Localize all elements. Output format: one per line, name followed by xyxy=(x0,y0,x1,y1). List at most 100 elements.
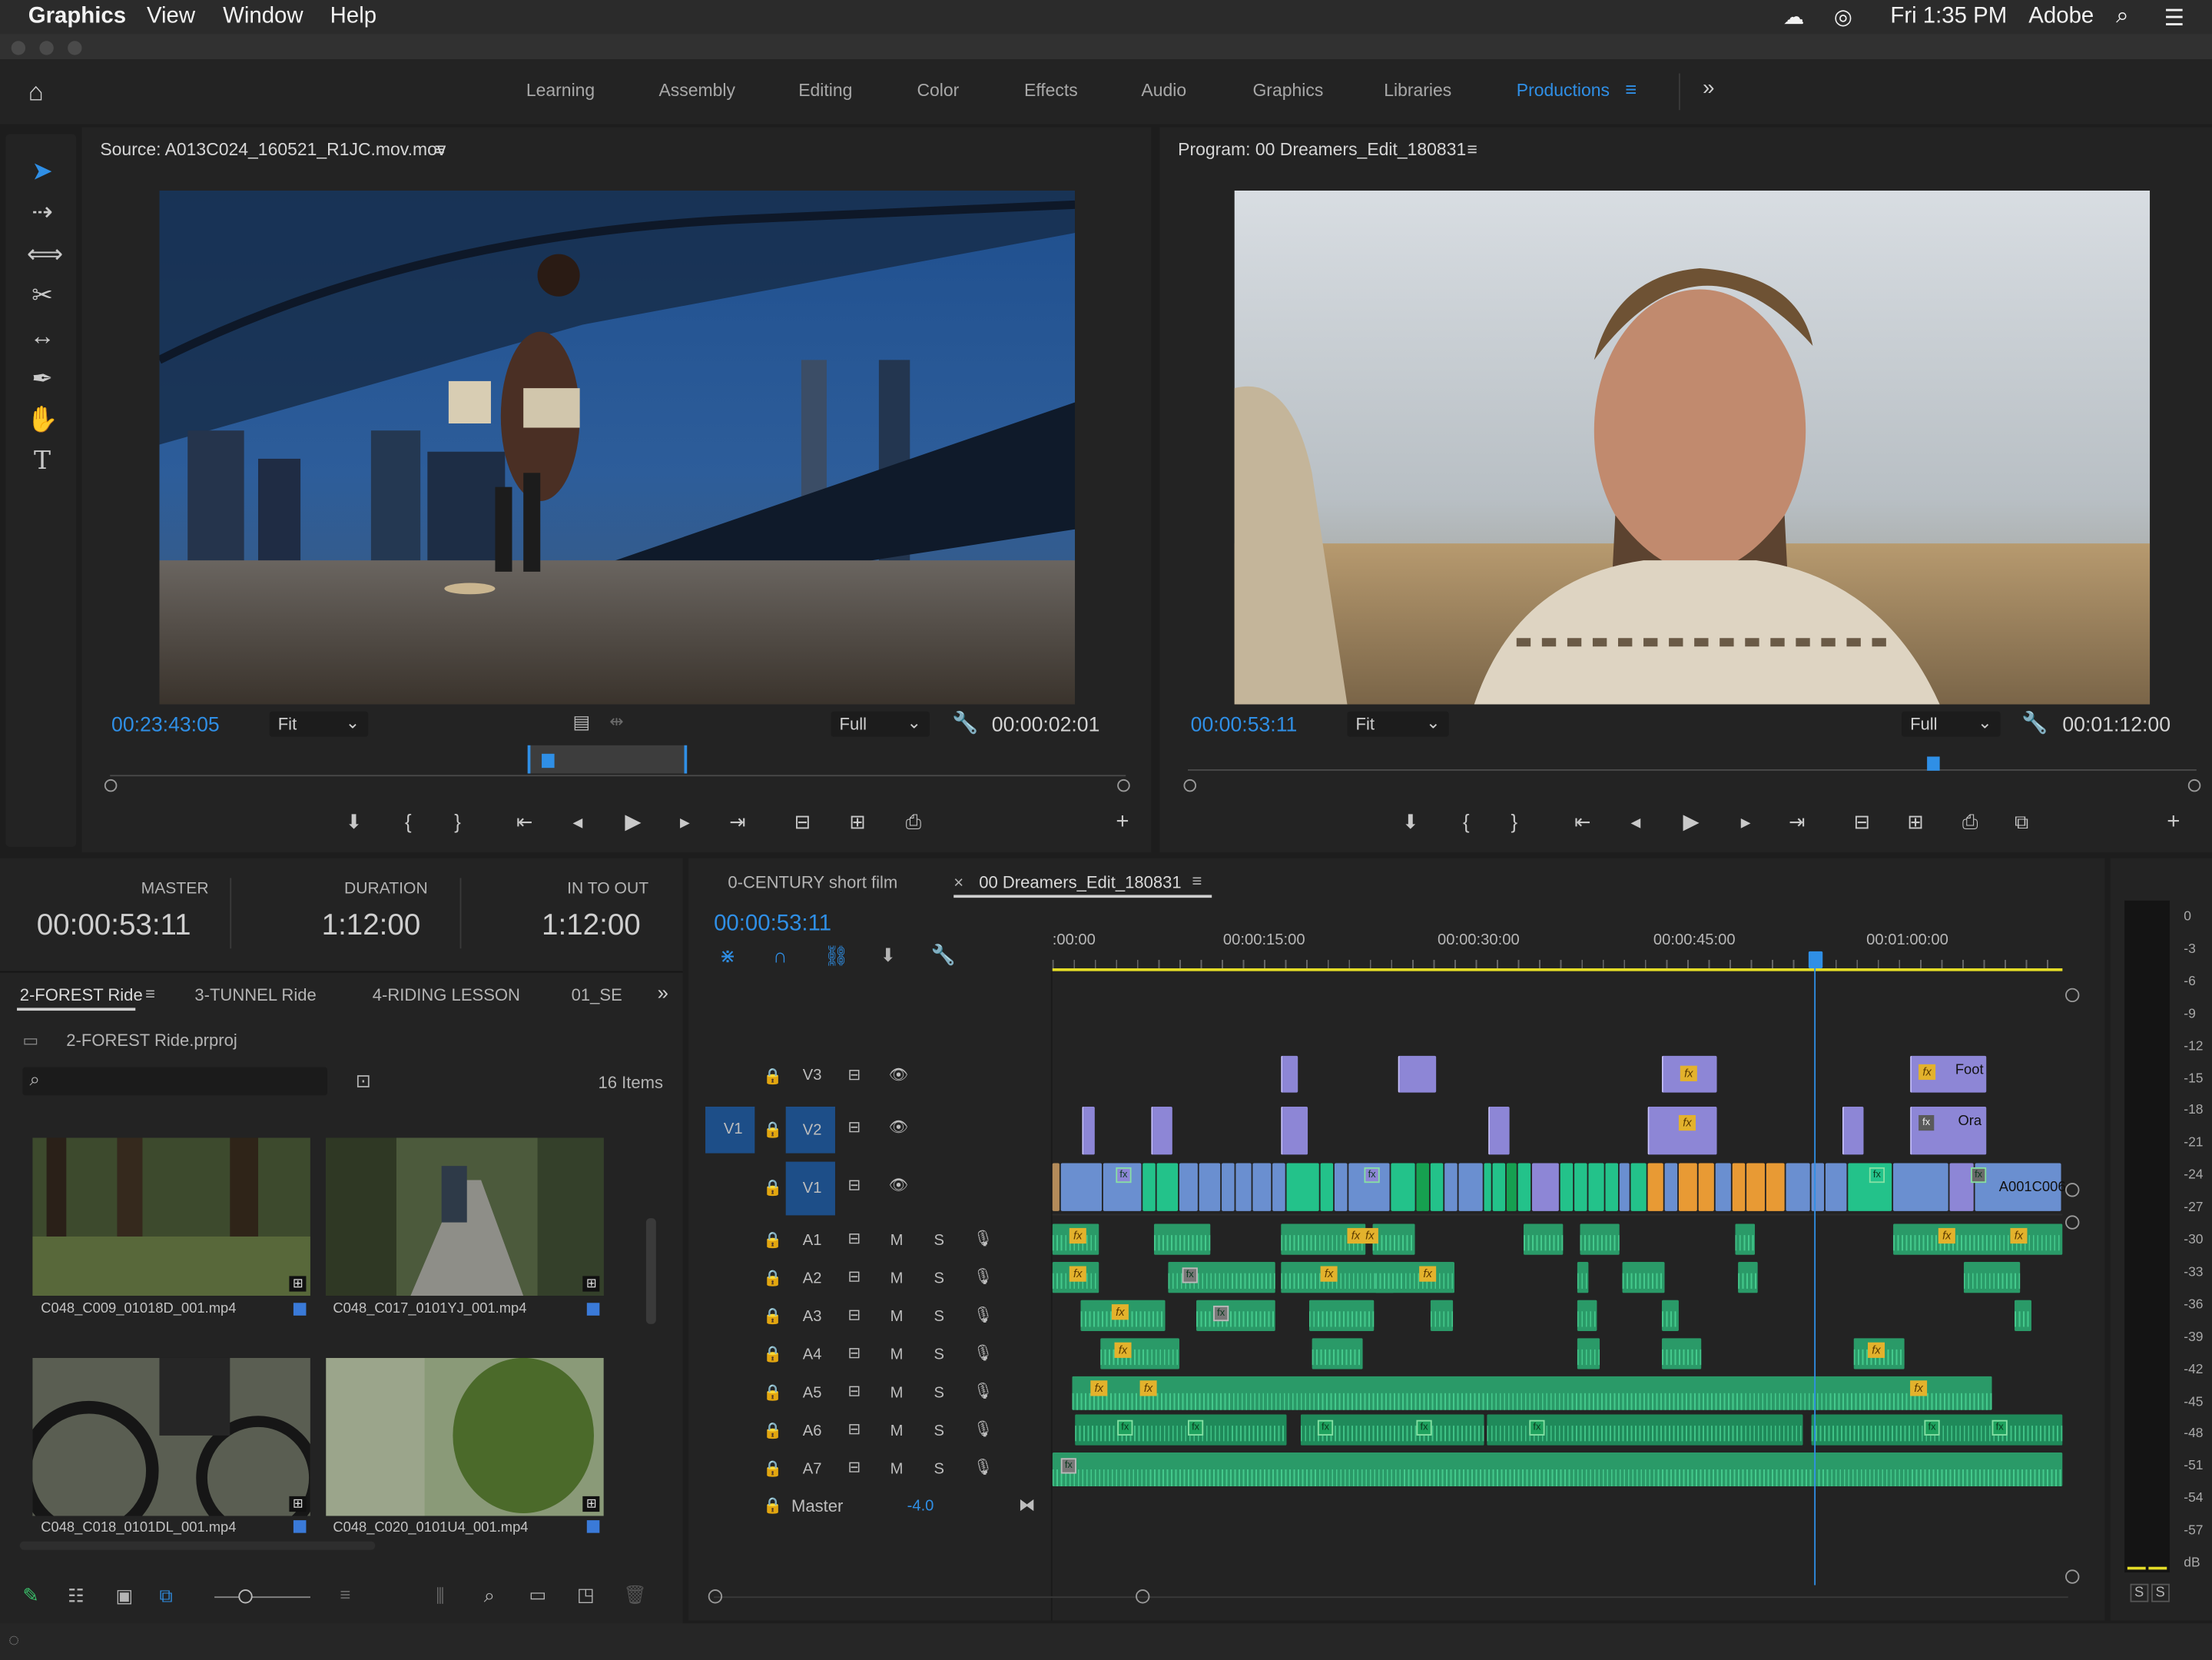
project-search-input[interactable]: ⌕ xyxy=(22,1067,327,1096)
solo-button[interactable]: S xyxy=(934,1461,943,1478)
lock-icon[interactable]: 🔒 xyxy=(763,1496,782,1515)
video-clip[interactable] xyxy=(1492,1163,1506,1211)
comparison-view-icon[interactable]: ⧉ xyxy=(2015,810,2028,834)
voice-over-record-icon[interactable]: 🎙 xyxy=(973,1458,993,1476)
thumbnail-size-handle[interactable] xyxy=(238,1589,253,1604)
button-editor-plus-icon[interactable]: + xyxy=(2167,810,2180,835)
step-forward-icon[interactable]: ▸ xyxy=(680,810,690,834)
list-view-icon[interactable]: ☷ xyxy=(68,1585,84,1608)
lock-icon[interactable]: 🔒 xyxy=(763,1459,782,1478)
go-to-in-icon[interactable]: ⇤ xyxy=(1574,810,1591,834)
workspace-tab-graphics[interactable]: Graphics xyxy=(1252,81,1323,101)
play-icon[interactable]: ▶ xyxy=(1683,808,1699,834)
clip-thumbnail[interactable]: ⊞ xyxy=(326,1137,604,1296)
source-scrub-bar[interactable] xyxy=(110,775,1126,777)
solo-button[interactable]: S xyxy=(934,1385,943,1402)
mute-button[interactable]: M xyxy=(890,1423,904,1439)
eye-icon[interactable]: 👁 xyxy=(889,1118,909,1137)
menubar-user[interactable]: Adobe xyxy=(2028,5,2094,30)
solo-left-button[interactable]: S xyxy=(2130,1583,2148,1602)
menu-list-icon[interactable]: ☰ xyxy=(2164,5,2184,33)
add-marker-icon[interactable]: ⬇ xyxy=(1402,810,1419,834)
video-clip[interactable] xyxy=(1179,1163,1198,1211)
video-clip[interactable] xyxy=(1060,1163,1102,1211)
go-to-master-icon[interactable]: ⧓ xyxy=(1019,1495,1036,1515)
audio-clip[interactable] xyxy=(1963,1262,2021,1293)
sync-lock-icon[interactable]: ⊟ xyxy=(847,1066,861,1084)
source-zoom-end-handle[interactable] xyxy=(1117,779,1130,792)
project-tab-forest-ride[interactable]: 2-FOREST Ride xyxy=(20,985,143,1005)
video-clip[interactable] xyxy=(1222,1163,1235,1211)
video-clip[interactable]: fx xyxy=(1661,1055,1717,1093)
close-tab-icon[interactable]: × xyxy=(953,872,963,892)
video-clip[interactable] xyxy=(1766,1163,1785,1211)
lift-icon[interactable]: ⊟ xyxy=(1854,810,1871,834)
solo-button[interactable]: S xyxy=(934,1232,943,1249)
program-playhead-timecode[interactable]: 00:00:53:11 xyxy=(1191,714,1298,736)
video-clip[interactable] xyxy=(1488,1106,1510,1155)
label-color-swatch[interactable] xyxy=(586,1520,600,1533)
audio-clip[interactable] xyxy=(1893,1223,2063,1255)
video-clip[interactable]: fx Ora xyxy=(1910,1106,1987,1155)
timeline-playhead-handle[interactable] xyxy=(1808,951,1823,968)
menu-view[interactable]: View xyxy=(147,5,195,30)
clear-trash-icon[interactable]: 🗑 xyxy=(624,1584,647,1606)
audio-clip[interactable] xyxy=(1580,1223,1620,1255)
workspace-tab-audio[interactable]: Audio xyxy=(1141,81,1186,101)
audio-clip[interactable] xyxy=(1577,1262,1589,1293)
video-clip[interactable] xyxy=(1715,1163,1731,1211)
vertical-zoom-handle-audio[interactable] xyxy=(2065,1215,2080,1230)
overwrite-icon[interactable]: ⊞ xyxy=(849,810,866,834)
video-clip[interactable] xyxy=(1281,1055,1298,1093)
solo-button[interactable]: S xyxy=(934,1309,943,1326)
ripple-edit-tool-icon[interactable]: ⟺ xyxy=(27,240,63,271)
snap-magnet-icon[interactable]: ∩ xyxy=(773,945,787,967)
selection-tool-icon[interactable]: ➤ xyxy=(27,157,58,188)
timeline-playhead-timecode[interactable]: 00:00:53:11 xyxy=(714,912,831,938)
video-clip[interactable] xyxy=(1398,1055,1437,1093)
play-icon[interactable]: ▶ xyxy=(625,808,641,834)
drag-video-icon[interactable]: ▤ xyxy=(572,712,590,734)
spotlight-status-icon[interactable]: ◎ xyxy=(1834,5,1852,29)
audio-clip[interactable] xyxy=(1075,1414,1287,1446)
new-item-icon[interactable]: ◳ xyxy=(577,1584,595,1606)
video-clip[interactable] xyxy=(1647,1163,1663,1211)
go-to-in-icon[interactable]: ⇤ xyxy=(516,810,533,834)
video-clip[interactable] xyxy=(1732,1163,1746,1211)
solo-button[interactable]: S xyxy=(934,1346,943,1363)
master-volume-value[interactable]: -4.0 xyxy=(907,1498,934,1515)
freeform-view-icon[interactable]: ⧉ xyxy=(159,1585,172,1608)
voice-over-record-icon[interactable]: 🎙 xyxy=(973,1344,993,1362)
pen-tool-icon[interactable]: ✒ xyxy=(27,364,58,395)
audio-clip[interactable] xyxy=(1372,1223,1415,1255)
audio-clip[interactable] xyxy=(1375,1262,1455,1293)
project-scrollbar[interactable] xyxy=(645,1218,656,1324)
audio-clip[interactable] xyxy=(1661,1338,1702,1370)
minimize-window-button[interactable] xyxy=(39,41,54,55)
audio-clip[interactable] xyxy=(1622,1262,1665,1293)
sync-lock-icon[interactable]: ⊟ xyxy=(847,1382,861,1400)
audio-clip[interactable] xyxy=(1312,1338,1363,1370)
solo-button[interactable]: S xyxy=(934,1270,943,1287)
voice-over-record-icon[interactable]: 🎙 xyxy=(973,1420,993,1439)
workspace-tab-editing[interactable]: Editing xyxy=(798,81,852,101)
vertical-zoom-handle-bottom[interactable] xyxy=(2065,1569,2080,1584)
close-window-button[interactable] xyxy=(11,41,26,55)
video-clip[interactable] xyxy=(1444,1163,1458,1211)
mute-button[interactable]: M xyxy=(890,1232,904,1249)
vertical-zoom-handle-mid[interactable] xyxy=(2065,1183,2080,1197)
write-protect-pencil-icon[interactable]: ✎ xyxy=(22,1584,39,1608)
mute-button[interactable]: M xyxy=(890,1309,904,1326)
menubar-clock[interactable]: Fri 1:35 PM xyxy=(1890,5,2007,30)
sort-icons-icon[interactable]: ≡ xyxy=(340,1584,351,1605)
program-playhead[interactable] xyxy=(1927,756,1940,771)
video-clip[interactable]: fx xyxy=(1647,1106,1717,1155)
export-frame-camera-icon[interactable]: ⎙ xyxy=(1962,810,1978,834)
audio-clip[interactable] xyxy=(1523,1223,1564,1255)
program-settings-wrench-icon[interactable]: 🔧 xyxy=(2021,710,2048,735)
audio-clip[interactable] xyxy=(2014,1300,2031,1332)
workspace-tab-color[interactable]: Color xyxy=(917,81,959,101)
solo-button[interactable]: S xyxy=(934,1423,943,1439)
video-clip[interactable] xyxy=(1151,1106,1172,1155)
audio-clip[interactable] xyxy=(1153,1223,1211,1255)
